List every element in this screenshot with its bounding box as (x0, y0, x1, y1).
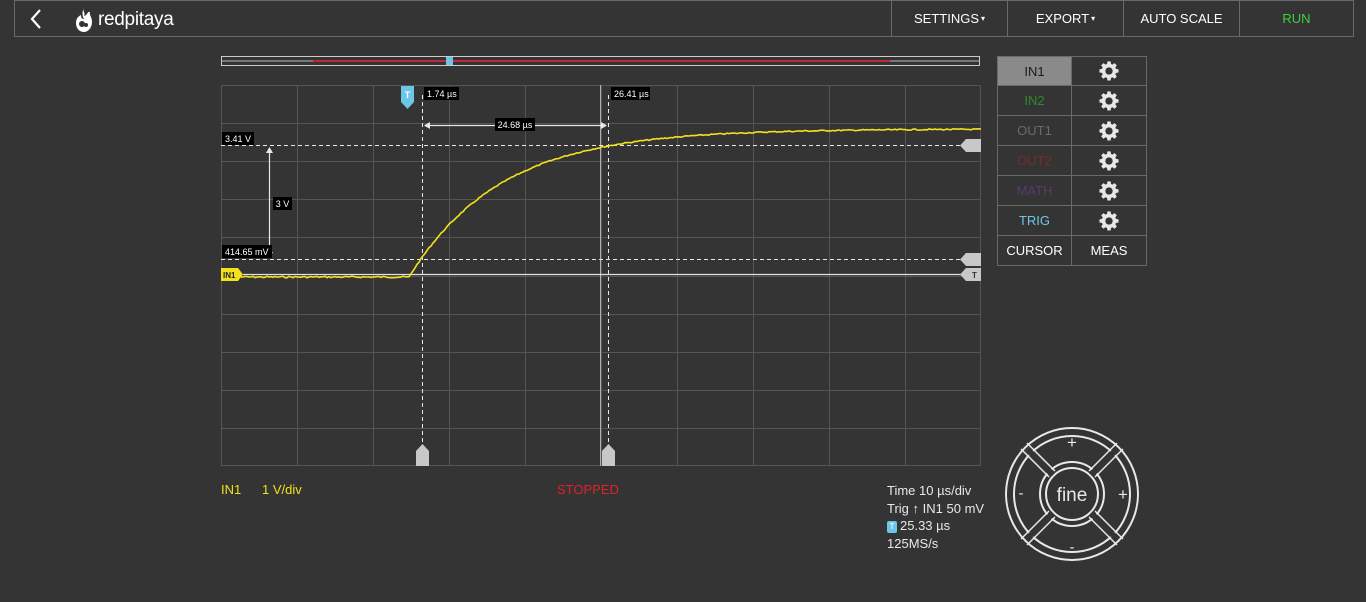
channel-panel: IN1 IN2 OUT1 OUT2 MATH TRIG CURSOR MEAS (997, 56, 1147, 266)
trigger-info: Trig ↑ IN1 50 mV (887, 500, 984, 518)
timebar-right-segment (890, 60, 979, 62)
channel-status: IN1 1 V/div (221, 482, 302, 497)
dpad-up-button[interactable]: + (1067, 433, 1077, 452)
timebar-trigger-handle[interactable] (446, 57, 453, 65)
cursor-y2-label: 414.65 mV (225, 247, 269, 257)
gear-icon[interactable] (1072, 86, 1146, 115)
logo-text: redpitaya (98, 9, 174, 30)
rising-edge-icon: ↑ (912, 500, 920, 516)
panel-row-out1: OUT1 (997, 116, 1147, 146)
gear-icon[interactable] (1072, 57, 1146, 85)
trigger-source: IN1 50 mV (922, 500, 985, 516)
cursor-lines (221, 85, 961, 466)
panel-row-math: MATH (997, 176, 1147, 206)
timebar-buffer-segment (313, 60, 890, 62)
fine-adjust-dpad[interactable]: + + - - fine (1004, 426, 1140, 562)
export-label: EXPORT (1035, 11, 1090, 26)
top-bar: redpitaya SETTINGS ▾ EXPORT ▾ AUTO SCALE R… (14, 0, 1354, 37)
cursor-button[interactable]: CURSOR (998, 236, 1072, 265)
back-icon[interactable] (25, 7, 49, 31)
panel-row-in2: IN2 (997, 86, 1147, 116)
run-label: RUN (1282, 11, 1311, 26)
trigger-time-marker-label: T (405, 90, 411, 100)
trigger-level-marker[interactable]: T (960, 268, 981, 281)
cursor-y2-tag: 414.65 mV (222, 245, 272, 258)
export-button[interactable]: EXPORT ▾ (1007, 1, 1123, 36)
autoscale-label: AUTO SCALE (1140, 11, 1223, 26)
panel-row-tools: CURSOR MEAS (997, 236, 1147, 266)
acquisition-state: STOPPED (557, 482, 619, 497)
cursor-x1-tag: 1.74 µs (424, 87, 459, 100)
status-channel: IN1 (221, 482, 242, 497)
gear-icon[interactable] (1072, 176, 1146, 205)
delta-x-label: 24.68 µs (498, 120, 533, 130)
cursor-x2-label: 26.41 µs (614, 89, 649, 99)
dpad-down-button[interactable]: - (1070, 539, 1075, 556)
settings-button[interactable]: SETTINGS ▾ (891, 1, 1007, 36)
sample-rate: 125MS/s (887, 535, 939, 551)
channel-math-button[interactable]: MATH (998, 176, 1072, 205)
trigger-delay: T 25.33 µs (887, 517, 984, 535)
logo: redpitaya (73, 7, 174, 33)
panel-row-out2: OUT2 (997, 146, 1147, 176)
cursor-x1-handle[interactable] (416, 444, 429, 466)
channel-in2-button[interactable]: IN2 (998, 86, 1072, 115)
delta-y-indicator: 3 V (266, 147, 292, 258)
channel-in1-marker[interactable]: IN1 (221, 268, 243, 281)
caret-down-icon: ▾ (981, 14, 986, 23)
trig-button[interactable]: TRIG (998, 206, 1072, 235)
cursor-x2-handle[interactable] (602, 444, 615, 466)
gear-icon[interactable] (1072, 146, 1146, 175)
in1-trace (240, 127, 981, 279)
trigger-delay-value: 25.33 µs (900, 518, 951, 533)
gear-icon[interactable] (1072, 206, 1146, 235)
autoscale-button[interactable]: AUTO SCALE (1123, 1, 1239, 36)
trigger-level-marker-label: T (972, 271, 977, 280)
cursor-x2-tag: 26.41 µs (611, 87, 650, 100)
dpad-left-button[interactable]: - (1019, 485, 1024, 502)
channel-in1-button[interactable]: IN1 (998, 57, 1072, 85)
time-overview-bar[interactable] (221, 56, 980, 66)
delta-y-label: 3 V (276, 199, 290, 209)
run-button[interactable]: RUN (1239, 1, 1353, 36)
delta-x-indicator: 24.68 µs (424, 118, 607, 131)
settings-label: SETTINGS (913, 11, 979, 26)
meas-button[interactable]: MEAS (1072, 236, 1146, 265)
trigger-badge-icon: T (887, 520, 897, 533)
oscilloscope-graph[interactable]: 24.68 µs 3 V 1.74 µs 26.41 µs 3.41 V 414… (221, 85, 981, 466)
cursor-y1-handle[interactable] (960, 139, 981, 152)
timebar-left-segment (222, 60, 313, 62)
dpad-right-button[interactable]: + (1118, 485, 1128, 504)
trigger-time-marker[interactable]: T (401, 86, 414, 109)
dpad-fine-button[interactable]: fine (1057, 485, 1088, 506)
redpitaya-logo-icon (76, 8, 92, 32)
status-volts-per-div: 1 V/div (262, 482, 302, 497)
cursor-x1-label: 1.74 µs (427, 89, 457, 99)
trigger-info-label: Trig (887, 500, 909, 516)
time-per-div: Time 10 µs/div (887, 483, 972, 498)
cursor-y1-tag: 3.41 V (222, 132, 254, 145)
channel-out2-button[interactable]: OUT2 (998, 146, 1072, 175)
cursor-y1-label: 3.41 V (225, 134, 251, 144)
panel-row-in1: IN1 (997, 56, 1147, 86)
panel-row-trig: TRIG (997, 206, 1147, 236)
channel-out1-button[interactable]: OUT1 (998, 116, 1072, 145)
cursor-y2-handle[interactable] (960, 253, 981, 266)
channel-in1-marker-label: IN1 (223, 271, 236, 280)
caret-down-icon: ▾ (1091, 14, 1096, 23)
acquisition-info: Time 10 µs/div Trig ↑ IN1 50 mV T 25.33 µ… (887, 482, 984, 552)
gear-icon[interactable] (1072, 116, 1146, 145)
